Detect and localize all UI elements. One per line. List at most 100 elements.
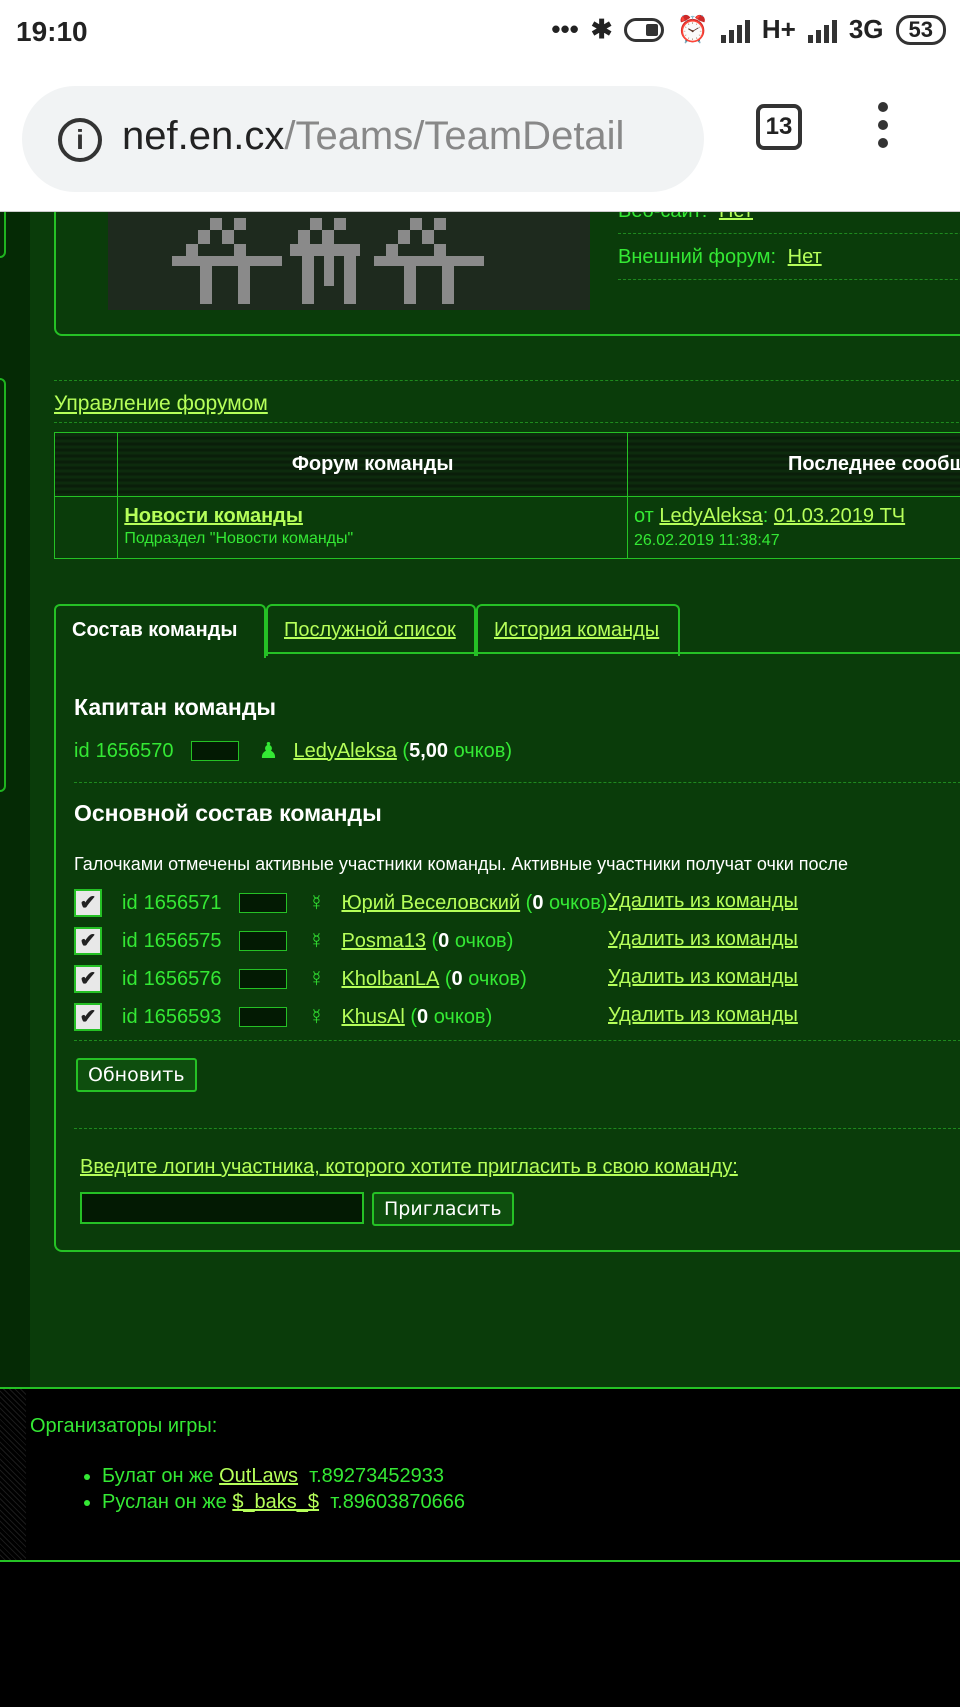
url-host: nef.en.cx bbox=[122, 114, 285, 158]
page-content: Веб-сайт: Нет Внешний форум: Нет Управле… bbox=[0, 212, 960, 1392]
organizer-nick-link[interactable]: $_baks_$ bbox=[232, 1491, 319, 1513]
last-post-topic-link[interactable]: 01.03.2019 ТЧ bbox=[774, 505, 905, 527]
member-name-link[interactable]: KholbanLA bbox=[341, 968, 439, 991]
organizer-phone: т.89273452933 bbox=[309, 1465, 445, 1487]
url-path: /Teams/TeamDetail bbox=[284, 114, 625, 158]
more-icon: ••• bbox=[551, 14, 579, 44]
divider bbox=[54, 422, 960, 423]
tab-switcher-button[interactable]: 13 bbox=[756, 104, 802, 150]
active-checkbox[interactable]: ✔ bbox=[74, 889, 102, 917]
captain-heading: Капитан команды bbox=[74, 694, 277, 720]
signal-icon bbox=[720, 17, 750, 43]
member-points: 0 bbox=[451, 967, 463, 990]
remove-member-link[interactable]: Удалить из команды bbox=[608, 966, 798, 989]
invite-login-input[interactable] bbox=[80, 1192, 364, 1224]
remove-member-link[interactable]: Удалить из команды bbox=[608, 928, 798, 951]
forum-icon-col bbox=[53, 432, 119, 497]
member-id: 1656571 bbox=[143, 891, 222, 914]
network-type: H+ bbox=[761, 14, 796, 44]
forum-row: Новости команды Подраздел "Новости коман… bbox=[53, 496, 960, 559]
forum-row-icon bbox=[53, 496, 119, 559]
last-post-user-link[interactable]: LedyAleksa bbox=[659, 505, 762, 527]
forum-row-last: от LedyAleksa: 01.03.2019 ТЧ 26.02.2019 … bbox=[626, 496, 960, 559]
captain-id-label: id bbox=[74, 739, 90, 762]
member-id: 1656575 bbox=[143, 929, 222, 952]
remove-member-link[interactable]: Удалить из команды bbox=[608, 1004, 798, 1027]
toggle-icon bbox=[624, 17, 665, 42]
captain-name-link[interactable]: LedyAleksa bbox=[293, 740, 396, 763]
member-id-label: id bbox=[122, 1005, 138, 1028]
website-link[interactable]: Нет bbox=[719, 212, 753, 222]
member-badge bbox=[239, 893, 288, 913]
tab-roster[interactable]: Состав команды bbox=[54, 604, 266, 658]
roster-panel: Капитан команды id 1656570 ♟ LedyAleksa … bbox=[54, 654, 960, 1252]
invite-button[interactable]: Пригласить bbox=[372, 1192, 514, 1226]
member-points: 0 bbox=[532, 891, 544, 914]
divider bbox=[74, 1128, 960, 1129]
member-badge bbox=[239, 931, 288, 951]
active-checkbox[interactable]: ✔ bbox=[74, 927, 102, 955]
member-points-unit: очков bbox=[454, 929, 507, 952]
forum-manage-link[interactable]: Управление форумом bbox=[54, 392, 268, 416]
captain-id: 1656570 bbox=[95, 739, 174, 762]
member-name-link[interactable]: Posma13 bbox=[341, 930, 426, 953]
organizer-item: Руслан он же $_baks_$ т.89603870666 bbox=[102, 1489, 465, 1515]
invite-label[interactable]: Введите логин участника, которого хотите… bbox=[80, 1156, 738, 1179]
member-row: ✔ id 1656575 ☿ Posma13 (0 очков) bbox=[74, 926, 513, 956]
alarm-icon: ⏰ bbox=[676, 14, 709, 44]
tab-team-history[interactable]: История команды bbox=[476, 604, 680, 656]
organizer-prefix: Булат он же bbox=[102, 1465, 214, 1487]
team-tabs: Состав команды Послужной список История … bbox=[54, 604, 960, 658]
external-forum-link[interactable]: Нет bbox=[788, 246, 822, 268]
active-checkbox[interactable]: ✔ bbox=[74, 1003, 102, 1031]
status-icons: ••• ✱ ⏰ H+ 3G 53 bbox=[551, 14, 946, 45]
person-icon: ☿ bbox=[308, 928, 325, 953]
member-points-unit: очков bbox=[549, 891, 601, 914]
member-name-link[interactable]: KhusAl bbox=[341, 1006, 404, 1029]
network-type-2: 3G bbox=[848, 14, 884, 44]
info-icon[interactable]: i bbox=[58, 118, 102, 162]
organizer-phone: т.89603870666 bbox=[330, 1491, 466, 1513]
member-name-link[interactable]: Юрий Веселовский bbox=[341, 892, 520, 915]
forum-name-link[interactable]: Новости команды bbox=[124, 505, 621, 528]
last-post-col-header: Последнее сообщение bbox=[626, 432, 960, 497]
external-forum-row: Внешний форум: Нет bbox=[618, 234, 960, 280]
website-row: Веб-сайт: Нет bbox=[618, 212, 960, 234]
last-post-from-prefix: от bbox=[633, 505, 654, 527]
member-badge bbox=[239, 1007, 288, 1027]
member-row: ✔ id 1656571 ☿ Юрий Веселовский (0 очков… bbox=[74, 888, 608, 918]
team-info-box: Веб-сайт: Нет Внешний форум: Нет bbox=[54, 212, 960, 336]
forum-subtitle: Подраздел "Новости команды" bbox=[124, 530, 354, 547]
tab-history-list[interactable]: Послужной список bbox=[266, 604, 476, 656]
member-id: 1656576 bbox=[143, 967, 222, 990]
team-content: Веб-сайт: Нет Внешний форум: Нет Управле… bbox=[30, 212, 960, 1392]
address-bar[interactable]: i nef.en.cx/Teams/TeamDetail bbox=[22, 86, 704, 192]
captain-icon: ♟ bbox=[258, 738, 279, 763]
team-info-rows: Веб-сайт: Нет Внешний форум: Нет bbox=[618, 212, 960, 280]
member-badge bbox=[239, 969, 288, 989]
status-time: 19:10 bbox=[16, 16, 88, 47]
person-icon: ☿ bbox=[308, 890, 325, 915]
organizer-nick-link[interactable]: OutLaws bbox=[219, 1465, 298, 1487]
menu-icon[interactable] bbox=[878, 102, 892, 156]
browser-toolbar: i nef.en.cx/Teams/TeamDetail 13 bbox=[0, 66, 960, 212]
last-post-date: 26.02.2019 11:38:47 bbox=[633, 532, 780, 549]
member-row: ✔ id 1656593 ☿ KhusAl (0 очков) bbox=[74, 1002, 492, 1032]
update-button[interactable]: Обновить bbox=[76, 1058, 197, 1092]
member-points-unit: очков bbox=[433, 1005, 486, 1028]
left-rail bbox=[0, 212, 30, 1392]
status-bar: 19:10 ••• ✱ ⏰ H+ 3G 53 bbox=[0, 0, 960, 66]
roster-note: Галочками отмечены активные участники ко… bbox=[74, 854, 849, 874]
external-forum-label: Внешний форум: bbox=[618, 246, 777, 268]
member-id: 1656593 bbox=[143, 1005, 222, 1028]
website-label: Веб-сайт: bbox=[618, 212, 707, 222]
member-points: 0 bbox=[417, 1005, 429, 1028]
active-checkbox[interactable]: ✔ bbox=[74, 965, 102, 993]
member-id-label: id bbox=[122, 891, 138, 914]
divider bbox=[54, 380, 960, 381]
team-logo bbox=[108, 212, 590, 310]
url-text[interactable]: nef.en.cx/Teams/TeamDetail bbox=[122, 114, 624, 159]
member-id-label: id bbox=[122, 967, 138, 990]
captain-badge bbox=[191, 741, 240, 761]
remove-member-link[interactable]: Удалить из команды bbox=[608, 890, 798, 913]
